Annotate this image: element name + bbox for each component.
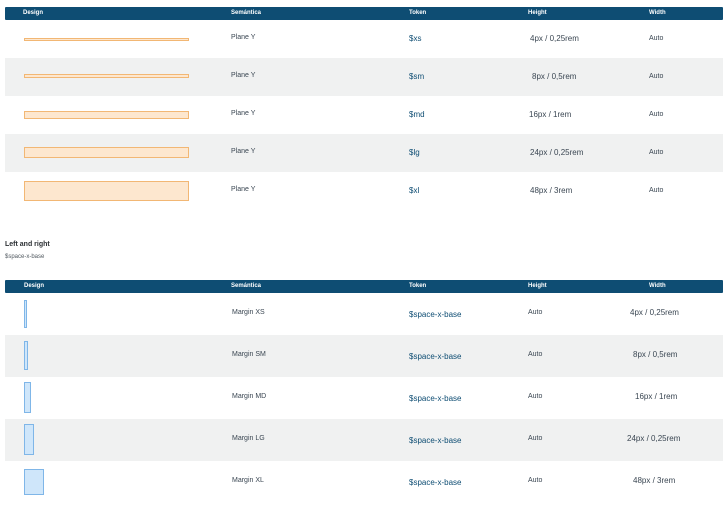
table-row: Margin SM $space-x-base Auto 8px / 0,5re… bbox=[5, 335, 723, 377]
spacing-swatch bbox=[24, 382, 31, 413]
token-cell: $space-x-base bbox=[409, 394, 462, 403]
semantica-cell: Plane Y bbox=[231, 148, 256, 155]
spacing-y-table: Design Semántica Token Height Width Plan… bbox=[5, 7, 723, 210]
height-cell: 24px / 0,25rem bbox=[530, 148, 584, 157]
header-height: Height bbox=[528, 283, 547, 289]
height-cell: Auto bbox=[528, 393, 543, 400]
width-cell: 4px / 0,25rem bbox=[630, 308, 679, 317]
table-row: Margin LG $space-x-base Auto 24px / 0,25… bbox=[5, 419, 723, 461]
spacing-swatch bbox=[24, 300, 27, 328]
token-cell: $xl bbox=[409, 186, 420, 195]
table-header: Design Semántica Token Height Width bbox=[5, 7, 723, 20]
width-cell: Auto bbox=[649, 35, 664, 42]
semantica-cell: Plane Y bbox=[231, 34, 256, 41]
table-row: Plane Y $xl 48px / 3rem Auto bbox=[5, 172, 723, 210]
section-title: Left and right bbox=[5, 241, 50, 248]
token-cell: $lg bbox=[409, 148, 420, 157]
width-cell: Auto bbox=[649, 187, 664, 194]
height-cell: 8px / 0,5rem bbox=[532, 72, 577, 81]
width-cell: 16px / 1rem bbox=[635, 392, 678, 401]
token-cell: $md bbox=[409, 110, 425, 119]
width-cell: Auto bbox=[649, 149, 664, 156]
spacing-swatch bbox=[24, 74, 189, 78]
height-cell: 4px / 0,25rem bbox=[530, 34, 579, 43]
spacing-swatch bbox=[24, 341, 28, 370]
table-row: Margin XS $space-x-base Auto 4px / 0,25r… bbox=[5, 293, 723, 335]
table-row: Plane Y $sm 8px / 0,5rem Auto bbox=[5, 58, 723, 96]
semantica-cell: Plane Y bbox=[231, 72, 256, 79]
table-row: Plane Y $xs 4px / 0,25rem Auto bbox=[5, 20, 723, 58]
spacing-swatch bbox=[24, 38, 189, 41]
height-cell: Auto bbox=[528, 309, 543, 316]
spacing-swatch bbox=[24, 181, 189, 201]
table-row: Margin MD $space-x-base Auto 16px / 1rem bbox=[5, 377, 723, 419]
width-cell: 24px / 0,25rem bbox=[627, 434, 681, 443]
spacing-swatch bbox=[24, 424, 34, 455]
width-cell: Auto bbox=[649, 73, 664, 80]
header-width: Width bbox=[649, 283, 666, 289]
header-semantica: Semántica bbox=[231, 283, 262, 289]
height-cell: 16px / 1rem bbox=[529, 110, 572, 119]
semantica-cell: Margin XS bbox=[232, 309, 265, 316]
semantica-cell: Plane Y bbox=[231, 186, 256, 193]
height-cell: Auto bbox=[528, 477, 543, 484]
spacing-swatch bbox=[24, 469, 44, 495]
height-cell: Auto bbox=[528, 435, 543, 442]
height-cell: Auto bbox=[528, 351, 543, 358]
semantica-cell: Margin LG bbox=[232, 435, 265, 442]
header-width: Width bbox=[649, 10, 666, 16]
token-cell: $space-x-base bbox=[409, 436, 462, 445]
semantica-cell: Margin MD bbox=[232, 393, 267, 400]
width-cell: Auto bbox=[649, 111, 664, 118]
semantica-cell: Margin XL bbox=[232, 477, 264, 484]
header-semantica: Semántica bbox=[231, 10, 262, 16]
width-cell: 48px / 3rem bbox=[633, 476, 676, 485]
header-token: Token bbox=[409, 283, 427, 289]
height-cell: 48px / 3rem bbox=[530, 186, 573, 195]
table-row: Plane Y $md 16px / 1rem Auto bbox=[5, 96, 723, 134]
spacing-x-table: Design Semántica Token Height Width Marg… bbox=[5, 280, 723, 503]
header-token: Token bbox=[409, 10, 427, 16]
header-design: Design bbox=[24, 283, 45, 289]
semantica-cell: Plane Y bbox=[231, 110, 256, 117]
token-cell: $space-x-base bbox=[409, 352, 462, 361]
token-cell: $xs bbox=[409, 34, 422, 43]
spacing-swatch bbox=[24, 147, 189, 158]
token-cell: $sm bbox=[409, 72, 425, 81]
table-row: Margin XL $space-x-base Auto 48px / 3rem bbox=[5, 461, 723, 503]
header-height: Height bbox=[528, 10, 547, 16]
semantica-cell: Margin SM bbox=[232, 351, 266, 358]
table-row: Plane Y $lg 24px / 0,25rem Auto bbox=[5, 134, 723, 172]
header-design: Design bbox=[23, 10, 44, 16]
section-subtitle: $space-x-base bbox=[5, 254, 45, 260]
width-cell: 8px / 0,5rem bbox=[633, 350, 678, 359]
table-header: Design Semántica Token Height Width bbox=[5, 280, 723, 293]
token-cell: $space-x-base bbox=[409, 478, 462, 487]
spacing-swatch bbox=[24, 111, 189, 119]
token-cell: $space-x-base bbox=[409, 310, 462, 319]
